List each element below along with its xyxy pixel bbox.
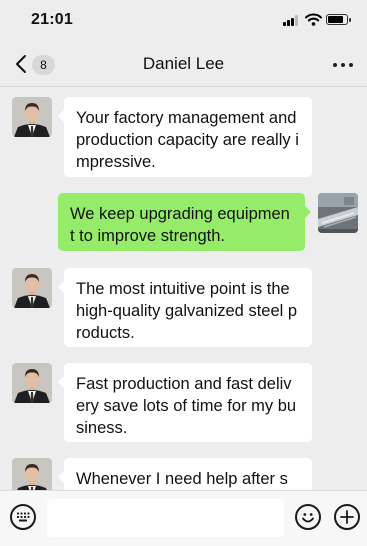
message-input[interactable] bbox=[47, 499, 284, 537]
emoji-icon[interactable] bbox=[295, 504, 321, 530]
message-text: Your factory management and production c… bbox=[76, 109, 299, 171]
message-text: Fast production and fast delivery save l… bbox=[76, 375, 297, 437]
contact-avatar[interactable] bbox=[12, 363, 52, 403]
wifi-icon bbox=[305, 13, 322, 26]
message-text: The most intuitive point is the high-qua… bbox=[76, 280, 298, 342]
chat-header: 8 Daniel Lee bbox=[0, 40, 367, 87]
cellular-signal-icon bbox=[283, 15, 300, 26]
message-text: We keep upgrading equipment to improve s… bbox=[70, 205, 290, 245]
contact-avatar[interactable] bbox=[12, 458, 52, 490]
message-bubble-incoming[interactable]: Whenever I need help after s bbox=[58, 458, 312, 490]
battery-icon bbox=[326, 14, 351, 25]
message-bubble-incoming[interactable]: Fast production and fast delivery save l… bbox=[58, 363, 312, 442]
message-list[interactable]: Your factory management and production c… bbox=[0, 87, 367, 490]
status-bar: 21:01 bbox=[0, 0, 367, 40]
message-text: Whenever I need help after s bbox=[76, 470, 288, 488]
input-bar bbox=[0, 490, 367, 546]
keyboard-icon[interactable] bbox=[10, 504, 36, 530]
message-bubble-incoming[interactable]: Your factory management and production c… bbox=[58, 97, 312, 177]
contact-avatar[interactable] bbox=[12, 268, 52, 308]
message-bubble-incoming[interactable]: The most intuitive point is the high-qua… bbox=[58, 268, 312, 347]
contact-avatar[interactable] bbox=[12, 97, 52, 137]
my-avatar[interactable] bbox=[318, 193, 358, 233]
plus-icon[interactable] bbox=[334, 504, 360, 530]
contact-name: Daniel Lee bbox=[142, 54, 225, 73]
message-bubble-outgoing[interactable]: We keep upgrading equipment to improve s… bbox=[58, 193, 311, 251]
more-icon[interactable] bbox=[330, 53, 356, 75]
status-time: 21:01 bbox=[31, 11, 73, 28]
